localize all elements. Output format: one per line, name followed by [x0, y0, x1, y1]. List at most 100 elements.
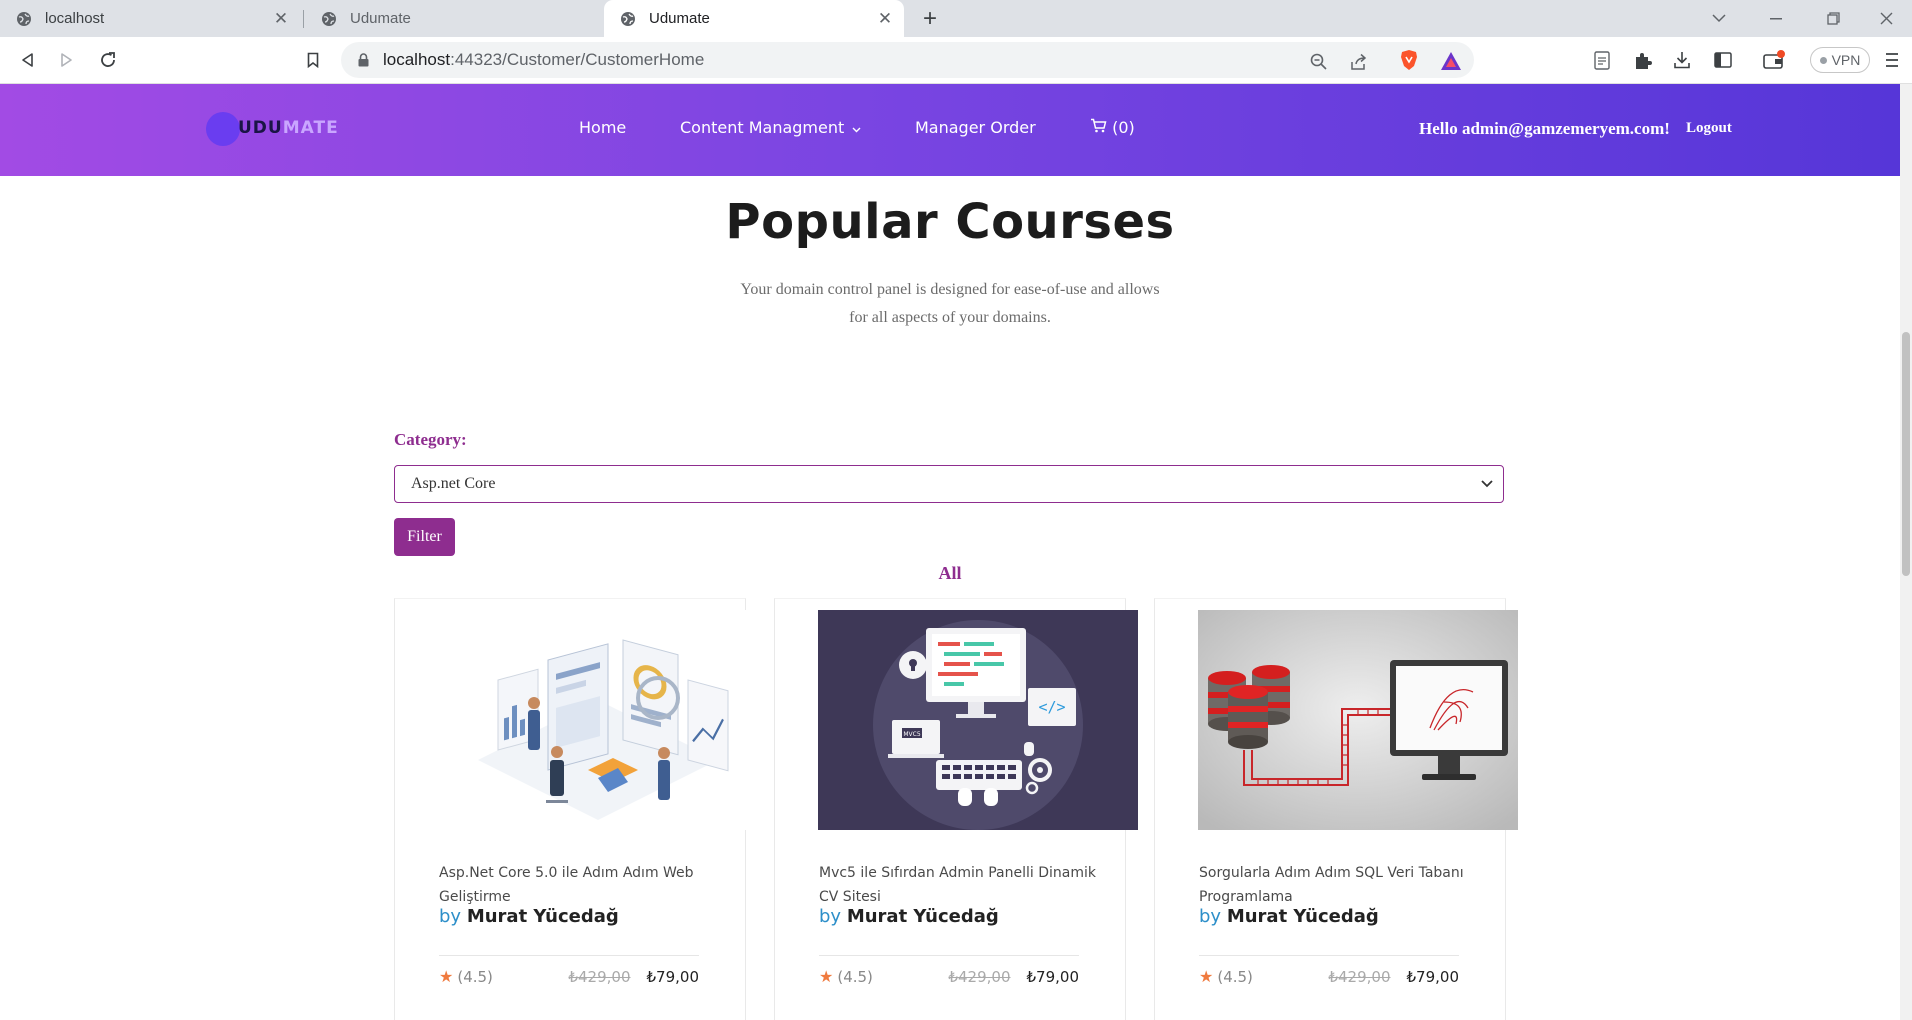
author-name: Murat Yücedağ [846, 906, 999, 927]
course-old-price: ₺429,00 [568, 967, 631, 986]
url-host: localhost [383, 50, 451, 69]
course-title[interactable]: Asp.Net Core 5.0 ile Adım Adım Web Geliş… [439, 861, 719, 909]
wallet-icon[interactable] [1762, 48, 1786, 72]
sidebar-icon[interactable] [1711, 48, 1735, 72]
course-price: ₺79,00 [1026, 967, 1080, 986]
lock-icon [358, 53, 369, 67]
course-rating: (4.5) [1217, 967, 1253, 986]
page-subtitle: Your domain control panel is designed fo… [740, 281, 1160, 326]
course-meta: ★ (4.5) ₺429,00 ₺79,00 [1199, 967, 1459, 986]
nav-content-label: Content Managment [680, 118, 845, 137]
browser-tab-2[interactable]: Udumate [305, 0, 603, 37]
globe-icon [321, 11, 337, 27]
close-window-icon[interactable] [1860, 0, 1912, 37]
all-categories-link[interactable]: All [0, 563, 1900, 584]
back-icon[interactable] [12, 45, 42, 75]
reload-icon[interactable] [93, 45, 123, 75]
vpn-label: VPN [1831, 52, 1861, 68]
reader-mode-icon[interactable] [1590, 48, 1614, 72]
card-divider [819, 955, 1079, 956]
card-divider [439, 955, 699, 956]
cart-count: (0) [1112, 118, 1135, 137]
course-old-price: ₺429,00 [948, 967, 1011, 986]
cart-icon [1091, 118, 1107, 133]
scrollbar-thumb[interactable] [1902, 332, 1910, 576]
course-image-analytics[interactable] [438, 610, 758, 830]
extensions-icon[interactable] [1630, 48, 1654, 72]
category-label: Category: [394, 430, 467, 449]
download-icon[interactable] [1670, 48, 1694, 72]
course-meta: ★ (4.5) ₺429,00 ₺79,00 [439, 967, 699, 986]
card-divider [1199, 955, 1459, 956]
course-author: by Murat Yücedağ [439, 906, 619, 927]
bookmark-icon[interactable] [298, 45, 328, 75]
course-price: ₺79,00 [1406, 967, 1460, 986]
minimize-icon[interactable] [1747, 0, 1805, 37]
page-title: Popular Courses [725, 194, 1175, 250]
address-toolbar: localhost:44323/Customer/CustomerHome VP… [0, 37, 1912, 84]
logo-text-light: MATE [282, 118, 339, 138]
new-tab-icon[interactable]: + [915, 4, 945, 34]
author-by-label: by [1199, 906, 1222, 927]
url-text: localhost:44323/Customer/CustomerHome [383, 50, 704, 70]
tab-separator [303, 10, 304, 28]
author-name: Murat Yücedağ [466, 906, 619, 927]
star-icon: ★ [819, 967, 834, 986]
course-meta: ★ (4.5) ₺429,00 ₺79,00 [819, 967, 1079, 986]
logo-wordmark: UDUMATE [238, 118, 339, 138]
nav-manager-order[interactable]: Manager Order [915, 118, 1036, 137]
brave-rewards-icon[interactable] [1440, 50, 1462, 72]
nav-home[interactable]: Home [579, 118, 626, 137]
address-bar[interactable]: localhost:44323/Customer/CustomerHome [341, 42, 1474, 78]
logo-circle [206, 112, 240, 146]
tab-title: localhost [45, 10, 105, 27]
page-scrollbar[interactable] [1900, 84, 1912, 1020]
author-by-label: by [819, 906, 842, 927]
site-header: UDUMATE Home Content Managment Manager O… [0, 84, 1900, 176]
menu-icon[interactable] [1880, 48, 1904, 72]
browser-tab-strip: localhost ✕ Udumate Udumate ✕ + [0, 0, 1912, 37]
course-author: by Murat Yücedağ [819, 906, 999, 927]
filter-button[interactable]: Filter [394, 518, 455, 556]
user-greeting: Hello admin@gamzemeryem.com! [1419, 119, 1670, 138]
course-rating: (4.5) [457, 967, 493, 986]
close-icon[interactable]: ✕ [268, 6, 294, 32]
zoom-icon[interactable] [1308, 51, 1330, 73]
category-select[interactable]: Asp.net Core [394, 465, 1504, 503]
course-card[interactable]: Asp.Net Core 5.0 ile Adım Adım Web Geliş… [394, 598, 758, 1020]
vpn-button[interactable]: VPN [1810, 47, 1870, 73]
course-card[interactable]: Sorgularla Adım Adım SQL Veri Tabanı Pro… [1154, 598, 1518, 1020]
course-title[interactable]: Sorgularla Adım Adım SQL Veri Tabanı Pro… [1199, 861, 1479, 909]
restore-icon[interactable] [1804, 0, 1862, 37]
chevron-down-icon [852, 127, 861, 133]
url-path: :44323/Customer/CustomerHome [450, 50, 705, 69]
category-selected-value: Asp.net Core [411, 475, 496, 492]
author-by-label: by [439, 906, 462, 927]
share-icon[interactable] [1348, 51, 1370, 73]
page-viewport: UDUMATE Home Content Managment Manager O… [0, 84, 1900, 1020]
course-card[interactable]: </> MVC5 Mvc5 ile Sıfırdan Admin Panelli… [774, 598, 1138, 1020]
course-image-mvc[interactable]: </> MVC5 [818, 610, 1138, 830]
vpn-status-dot [1819, 56, 1827, 64]
brave-shield-icon[interactable] [1398, 49, 1420, 71]
star-icon: ★ [439, 967, 454, 986]
browser-tab-3[interactable]: Udumate ✕ [604, 0, 904, 37]
course-old-price: ₺429,00 [1328, 967, 1391, 986]
course-rating: (4.5) [837, 967, 873, 986]
star-icon: ★ [1199, 967, 1214, 986]
course-image-sql[interactable] [1198, 610, 1518, 830]
browser-tab-1[interactable]: localhost ✕ [0, 0, 300, 37]
tab-title: Udumate [350, 10, 411, 27]
site-logo[interactable]: UDUMATE [206, 112, 338, 146]
course-price: ₺79,00 [646, 967, 700, 986]
nav-cart[interactable]: (0) [1090, 118, 1135, 137]
course-title[interactable]: Mvc5 ile Sıfırdan Admin Panelli Dinamik … [819, 861, 1099, 909]
logout-link[interactable]: Logout [1686, 120, 1732, 137]
nav-content-management[interactable]: Content Managment [680, 118, 861, 137]
forward-icon[interactable] [52, 45, 82, 75]
author-name: Murat Yücedağ [1226, 906, 1379, 927]
close-icon[interactable]: ✕ [872, 6, 898, 32]
tab-title: Udumate [649, 10, 710, 27]
svg-text:</>: </> [1038, 698, 1065, 716]
tab-search-icon[interactable] [1690, 0, 1748, 37]
